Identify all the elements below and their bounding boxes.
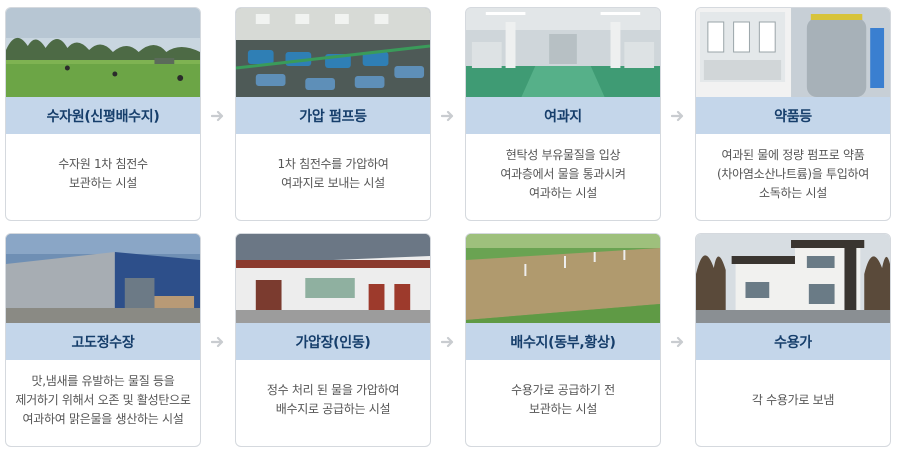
step-title: 가압 펌프등 (236, 97, 430, 134)
chemicals-photo (696, 8, 890, 97)
step-title: 가압장(인동) (236, 323, 430, 360)
step-card-booster-station: 가압장(인동) 정수 처리 된 물을 가압하여 배수지로 공급하는 시설 (235, 233, 431, 447)
step-title: 약품등 (696, 97, 890, 134)
step-title: 수용가 (696, 323, 890, 360)
arrow-right-icon (671, 110, 685, 122)
reservoir-photo (6, 8, 200, 97)
step-description: 1차 침전수를 가압하여 여과지로 보내는 시설 (277, 157, 389, 190)
step-description: 현탁성 부유물질을 입상 여과층에서 물을 통과시켜 여과하는 시설 (500, 147, 626, 200)
step-card-distribution-reservoir: 배수지(동부,황상) 수용가로 공급하기 전 보관하는 시설 (465, 233, 661, 447)
step-description: 수용가로 공급하기 전 보관하는 시설 (511, 383, 615, 416)
arrow-right-icon (441, 336, 455, 348)
step-card-consumer: 수용가 각 수용가로 보냄 (695, 233, 891, 447)
arrow-right-icon (671, 336, 685, 348)
step-card-advanced-plant: 고도정수장 맛,냄새를 유발하는 물질 등을 제거하기 위해서 오존 및 활성탄… (5, 233, 201, 447)
step-card-reservoir: 수자원(신평배수지) 수자원 1차 침전수 보관하는 시설 (5, 7, 201, 221)
step-description: 여과된 물에 정량 펌프로 약품 (차아염소산나트륨)을 투입하여 소독하는 시… (717, 147, 869, 200)
step-description: 맛,냄새를 유발하는 물질 등을 제거하기 위해서 오존 및 활성탄으로 여과하… (15, 373, 191, 426)
step-description: 수자원 1차 침전수 보관하는 시설 (58, 157, 148, 190)
step-description: 정수 처리 된 물을 가압하여 배수지로 공급하는 시설 (266, 383, 400, 416)
step-card-chemicals: 약품등 여과된 물에 정량 펌프로 약품 (차아염소산나트륨)을 투입하여 소독… (695, 7, 891, 221)
step-title: 수자원(신평배수지) (6, 97, 200, 134)
filter-photo (466, 8, 660, 97)
arrow-right-icon (211, 336, 225, 348)
arrow-right-icon (441, 110, 455, 122)
distribution-reservoir-photo (466, 234, 660, 323)
advanced-plant-photo (6, 234, 200, 323)
pump-photo (236, 8, 430, 97)
step-card-pump: 가압 펌프등 1차 침전수를 가압하여 여과지로 보내는 시설 (235, 7, 431, 221)
booster-station-photo (236, 234, 430, 323)
arrow-right-icon (211, 110, 225, 122)
consumer-photo (696, 234, 890, 323)
step-title: 여과지 (466, 97, 660, 134)
step-description: 각 수용가로 보냄 (751, 392, 835, 407)
step-title: 고도정수장 (6, 323, 200, 360)
step-title: 배수지(동부,황상) (466, 323, 660, 360)
step-card-filter: 여과지 현탁성 부유물질을 입상 여과층에서 물을 통과시켜 여과하는 시설 (465, 7, 661, 221)
